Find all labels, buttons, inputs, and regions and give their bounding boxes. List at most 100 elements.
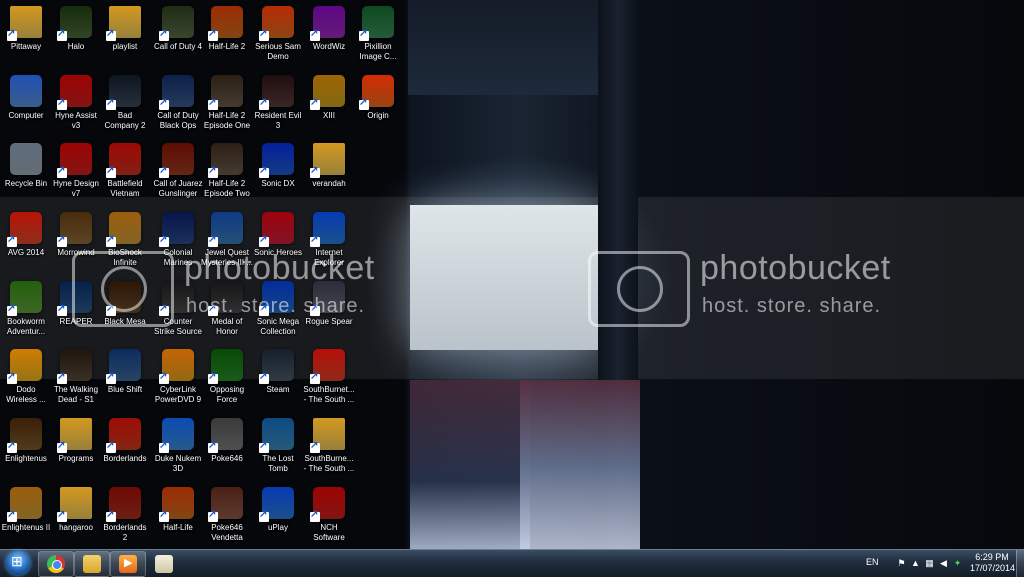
desktop-icon[interactable]: Resident Evil 3 [252, 73, 304, 139]
poke646-icon [208, 418, 243, 453]
desktop-icon[interactable]: Half-Life 2 Episode Two [201, 141, 253, 207]
taskbar-app-chrome[interactable] [38, 551, 74, 577]
poke646-vendetta-icon [208, 487, 243, 522]
desktop-icon[interactable]: Steam [252, 347, 304, 413]
desktop-icon[interactable]: uPlay [252, 485, 304, 549]
morrowind-icon [57, 212, 92, 247]
shortcut-arrow-icon [310, 509, 320, 522]
folder-icon [7, 6, 42, 41]
shortcut-arrow-icon [310, 165, 320, 178]
desktop-icon[interactable]: Half-Life 2 Episode One [201, 73, 253, 139]
shortcut-arrow-icon [7, 234, 17, 247]
shortcut-arrow-icon [57, 303, 67, 316]
desktop-icon[interactable]: Enlightenus [0, 416, 52, 482]
shortcut-arrow-icon [7, 28, 17, 41]
desktop-icon[interactable]: playlist [99, 4, 151, 70]
desktop-icon[interactable]: Serious Sam Demo [252, 4, 304, 70]
taskbar-app-explorer[interactable] [74, 551, 110, 577]
desktop-icon[interactable]: Poke646 Vendetta [201, 485, 253, 549]
jewel-quest-icon [208, 212, 243, 247]
desktop-icon[interactable]: XIII [303, 73, 355, 139]
taskbar-app-files[interactable] [146, 551, 182, 577]
shortcut-arrow-icon [259, 165, 269, 178]
desktop-icon[interactable]: Enlightenus II [0, 485, 52, 549]
desktop-icon[interactable]: Half-Life 2 [201, 4, 253, 70]
desktop-icon[interactable]: Duke Nukem 3D [152, 416, 204, 482]
serious-sam-icon [259, 6, 294, 41]
xiii-icon [310, 75, 345, 110]
desktop-icon-label: Borderlands [103, 454, 147, 463]
language-indicator[interactable]: EN [866, 557, 879, 567]
pixillion-icon [359, 6, 394, 41]
shortcut-arrow-icon [7, 303, 17, 316]
desktop-icon[interactable]: SouthBurne... - The South ... [303, 416, 355, 482]
desktop-icon-label: Rogue Spear [305, 317, 353, 326]
uplay-icon [259, 487, 294, 522]
folder-icon [57, 418, 92, 453]
desktop-icon[interactable]: Bookworm Adventur... [0, 279, 52, 345]
desktop-icon[interactable]: Origin [352, 73, 404, 139]
desktop-icon[interactable]: Borderlands [99, 416, 151, 482]
volume-icon[interactable]: ◀ [938, 558, 949, 569]
battlefield-icon [106, 143, 141, 178]
desktop-icon[interactable]: AVG 2014 [0, 210, 52, 276]
shortcut-arrow-icon [208, 28, 218, 41]
shortcut-arrow-icon [259, 97, 269, 110]
taskbar-app-media-player[interactable] [110, 551, 146, 577]
action-center-flag-icon[interactable]: ⚑ [896, 558, 907, 569]
desktop-icon[interactable]: The Walking Dead - S1 [50, 347, 102, 413]
wordwiz-icon [310, 6, 345, 41]
chrome-icon [47, 555, 65, 573]
desktop-icon[interactable]: Sonic DX [252, 141, 304, 207]
shortcut-arrow-icon [57, 165, 67, 178]
desktop-icon[interactable]: Recycle Bin [0, 141, 52, 207]
clock-time: 6:29 PM [975, 552, 1009, 562]
show-desktop-button[interactable] [1016, 550, 1024, 577]
desktop-icon[interactable]: Pixillion Image C... [352, 4, 404, 70]
colonial-marines-icon [159, 212, 194, 247]
network-icon[interactable]: ▦ [924, 558, 935, 569]
juarez-icon [159, 143, 194, 178]
shortcut-arrow-icon [106, 371, 116, 384]
desktop-icon[interactable]: Halo [50, 4, 102, 70]
desktop-icon[interactable]: Dodo Wireless ... [0, 347, 52, 413]
desktop-icon[interactable]: Computer [0, 73, 52, 139]
desktop-icon[interactable]: Call of Duty 4 [152, 4, 204, 70]
desktop-icon-label: Origin [367, 111, 389, 120]
resident-evil-icon [259, 75, 294, 110]
computer-icon [10, 75, 42, 107]
clock[interactable]: 6:29 PM 17/07/2014 [970, 552, 1015, 574]
desktop-icon[interactable]: Blue Shift [99, 347, 151, 413]
folder-icon [310, 418, 345, 453]
shortcut-arrow-icon [106, 28, 116, 41]
desktop-icon[interactable]: NCH Software [303, 485, 355, 549]
desktop-icon[interactable]: Borderlands 2 [99, 485, 151, 549]
desktop-icon[interactable]: Battlefield Vietnam [99, 141, 151, 207]
desktop-icon-label: Pixillion Image C... [359, 42, 397, 61]
shortcut-arrow-icon [208, 371, 218, 384]
shortcut-arrow-icon [259, 509, 269, 522]
desktop-icon[interactable]: Programs [50, 416, 102, 482]
start-button[interactable] [2, 550, 34, 577]
shortcut-arrow-icon [259, 28, 269, 41]
desktop-icon[interactable]: Pittaway [0, 4, 52, 70]
windows-logo-icon [6, 551, 30, 575]
folder-icon [106, 6, 141, 41]
desktop-icon[interactable]: The Lost Tomb [252, 416, 304, 482]
desktop-icon-label: SouthBurne... - The South ... [303, 454, 355, 473]
security-status-icon[interactable]: ✦ [952, 558, 963, 569]
show-hidden-icons-icon[interactable]: ▲ [910, 558, 921, 569]
desktop-icon[interactable]: SouthBurnet... - The South ... [303, 347, 355, 413]
shortcut-arrow-icon [159, 97, 169, 110]
desktop-icon[interactable]: Poke646 [201, 416, 253, 482]
desktop-icon[interactable]: Opposing Force [201, 347, 253, 413]
desktop-icon[interactable]: verandah [303, 141, 355, 207]
desktop[interactable]: PittawayComputerRecycle BinAVG 2014Bookw… [0, 0, 1024, 549]
watermark-title: photobucket [184, 249, 375, 287]
shortcut-arrow-icon [208, 165, 218, 178]
desktop-icon[interactable]: Bad Company 2 [99, 73, 151, 139]
steam-icon [259, 349, 294, 384]
watermark-tagline: host. store. share. [186, 295, 366, 317]
shortcut-arrow-icon [159, 509, 169, 522]
shortcut-arrow-icon [259, 234, 269, 247]
